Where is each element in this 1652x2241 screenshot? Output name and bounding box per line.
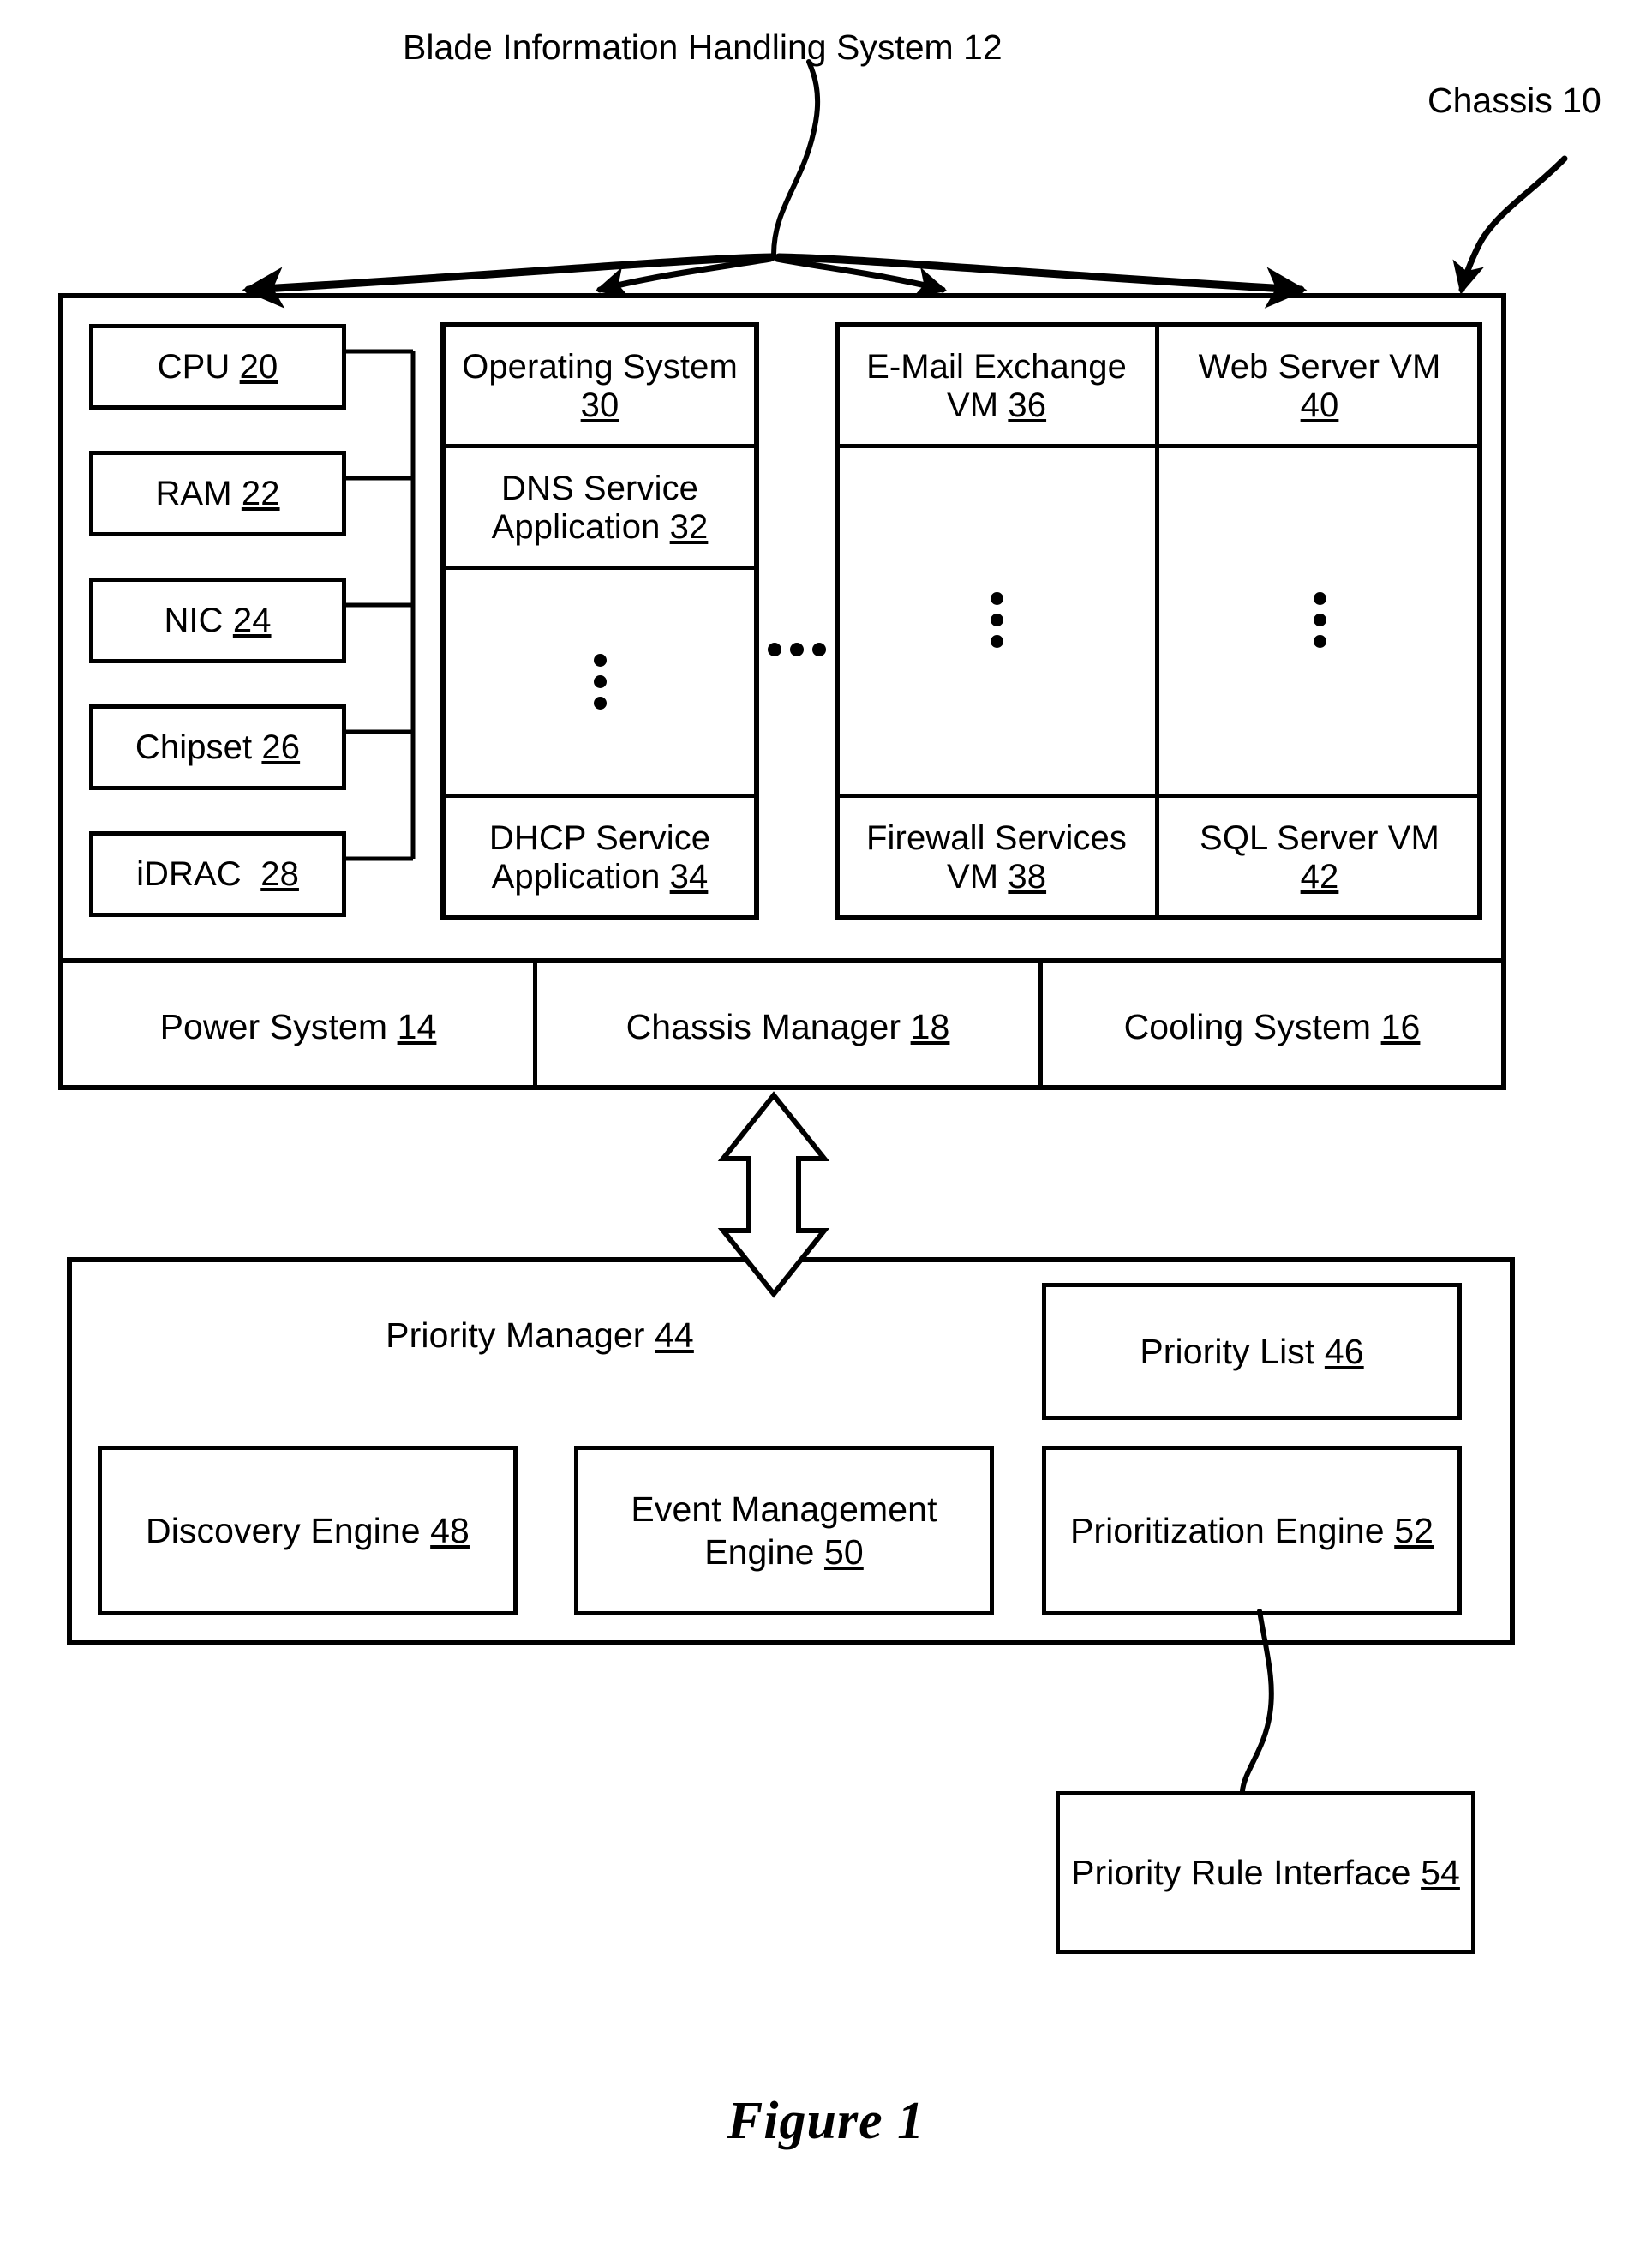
hardware-box-cpu: CPU 20 [89, 324, 346, 410]
os-cell-dns-service: DNS Service Application 32 [446, 449, 754, 567]
hardware-label-nic: NIC 24 [164, 601, 272, 639]
priority-list-box: Priority List 46 [1042, 1283, 1462, 1420]
hardware-label-chipset: Chipset 26 [135, 728, 301, 766]
chassis-leader-arrow [1452, 155, 1568, 295]
infrastructure-cell-chassis-manager: Chassis Manager 18 [537, 963, 1038, 1090]
infrastructure-label-chassis-manager: Chassis Manager 18 [625, 1006, 950, 1046]
os-divider-3 [442, 794, 757, 798]
infrastructure-cell-cooling-system: Cooling System 16 [1043, 963, 1501, 1090]
figure-page: Blade Information Handling System 12 Cha… [0, 0, 1652, 2241]
hardware-box-idrac: iDRAC 28 [89, 831, 346, 917]
vm-label-firewall-services: Firewall Services VM 38 [866, 819, 1127, 896]
priority-list-label: Priority List 46 [1140, 1331, 1364, 1371]
hardware-box-ram: RAM 22 [89, 451, 346, 536]
infrastructure-label-cooling-system: Cooling System 16 [1123, 1006, 1421, 1046]
vm-label-web-server: Web Server VM 40 [1198, 348, 1441, 424]
os-vertical-ellipsis-icon [446, 570, 754, 793]
priority-rule-interface-label: Priority Rule Interface 54 [1071, 1852, 1460, 1892]
vm-cell-firewall-services: Firewall Services VM 38 [840, 799, 1153, 917]
event-management-engine-box: Event Management Engine 50 [574, 1446, 994, 1615]
os-cell-dhcp-service: DHCP Service Application 34 [446, 799, 754, 917]
os-divider-1 [442, 444, 757, 448]
vm-cell-email-exchange: E-Mail Exchange VM 36 [840, 327, 1153, 446]
priority-manager-title: Priority Manager 44 [154, 1309, 925, 1361]
infrastructure-label-power-system: Power System 14 [159, 1006, 437, 1046]
vm-cell-sql-server: SQL Server VM 42 [1161, 799, 1478, 917]
infrastructure-cell-power-system: Power System 14 [63, 963, 533, 1090]
figure-caption: Figure 1 [727, 2092, 925, 2150]
discovery-engine-box: Discovery Engine 48 [98, 1446, 518, 1615]
blade-system-fanout-arrows [242, 59, 1308, 309]
vm1-vertical-ellipsis-icon [840, 448, 1153, 791]
os-label-dns-service: DNS Service Application 32 [491, 470, 709, 546]
group-horizontal-ellipsis-icon [763, 632, 831, 667]
callout-blade-information-handling-system: Blade Information Handling System 12 [403, 27, 1003, 67]
hardware-box-chipset: Chipset 26 [89, 704, 346, 790]
discovery-engine-label: Discovery Engine 48 [146, 1510, 470, 1550]
vm-column-divider [1155, 326, 1159, 917]
callout-chassis: Chassis 10 [1428, 81, 1601, 120]
prioritization-engine-label: Prioritization Engine 52 [1069, 1510, 1434, 1550]
vm2-vertical-ellipsis-icon [1161, 448, 1478, 791]
vm1-divider-2 [836, 794, 1155, 798]
event-management-engine-label: Event Management Engine 50 [631, 1489, 937, 1572]
vm-label-sql-server: SQL Server VM 42 [1200, 819, 1440, 896]
hardware-label-ram: RAM 22 [155, 474, 280, 512]
hardware-box-nic: NIC 24 [89, 578, 346, 663]
vm2-divider-2 [1159, 794, 1478, 798]
os-label-operating-system: Operating System 30 [462, 348, 738, 424]
vm-label-email-exchange: E-Mail Exchange VM 36 [866, 348, 1127, 424]
priority-manager-title-label: Priority Manager 44 [386, 1315, 694, 1355]
priority-rule-interface-box: Priority Rule Interface 54 [1056, 1791, 1475, 1954]
os-label-dhcp-service: DHCP Service Application 34 [488, 819, 711, 896]
hardware-label-cpu: CPU 20 [157, 347, 278, 386]
prioritization-engine-box: Prioritization Engine 52 [1042, 1446, 1462, 1615]
vm-cell-web-server: Web Server VM 40 [1161, 327, 1478, 446]
hardware-label-idrac: iDRAC 28 [136, 854, 299, 893]
os-cell-operating-system: Operating System 30 [446, 327, 754, 446]
